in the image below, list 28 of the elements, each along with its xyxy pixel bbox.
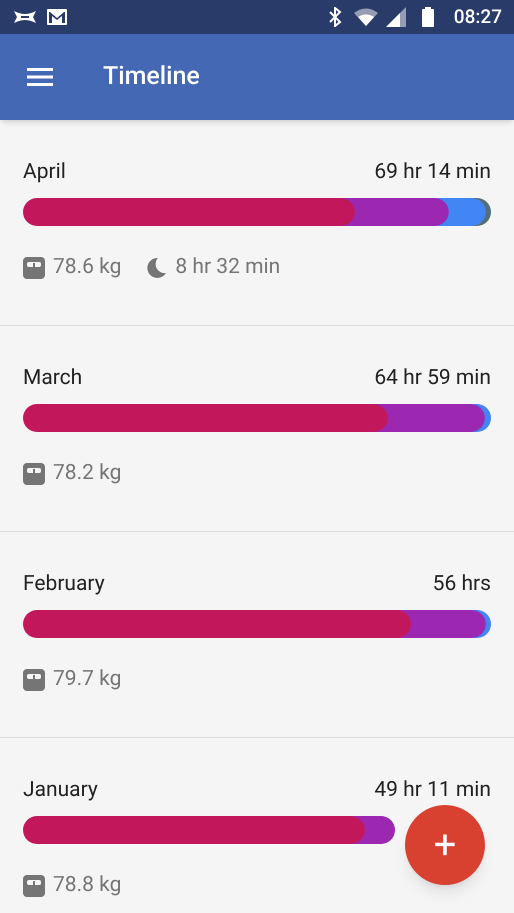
total-duration: 69 hr 14 min <box>374 159 491 186</box>
moon-icon <box>145 256 168 279</box>
battery-icon <box>422 7 434 27</box>
sleep-duration: 8 hr 32 min <box>175 254 280 281</box>
signal-icon <box>386 7 406 27</box>
weight-value: 78.2 kg <box>53 460 122 487</box>
month-title: March <box>23 365 82 392</box>
month-title: January <box>23 777 98 804</box>
weight-value: 78.8 kg <box>53 872 122 899</box>
app-title: Timeline <box>103 61 200 94</box>
month-title: February <box>23 571 105 598</box>
scale-icon <box>23 256 45 279</box>
logo-icon <box>12 9 38 25</box>
month-title: April <box>23 159 66 186</box>
weight-value: 79.7 kg <box>53 666 122 693</box>
total-duration: 49 hr 11 min <box>374 777 491 804</box>
scale-icon <box>23 874 45 897</box>
add-button[interactable]: + <box>405 805 485 885</box>
total-duration: 64 hr 59 min <box>374 365 491 392</box>
scale-icon <box>23 462 45 485</box>
clock: 08:27 <box>454 4 502 30</box>
weight-value: 78.6 kg <box>53 254 122 281</box>
scale-icon <box>23 668 45 691</box>
wifi-icon <box>354 8 378 26</box>
total-duration: 56 hrs <box>432 571 491 598</box>
bluetooth-icon <box>328 7 342 27</box>
mail-icon <box>46 8 68 26</box>
menu-icon <box>27 68 53 86</box>
